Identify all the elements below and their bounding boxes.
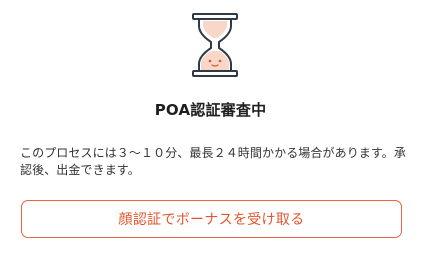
status-description: このプロセスには３～１０分、最長２４時間かかる場合があります。承認後、出金できま… — [20, 146, 407, 177]
page-title: POA認証審査中 — [154, 101, 267, 119]
face-verification-bonus-button[interactable]: 顔認証でボーナスを受け取る — [21, 200, 402, 238]
hourglass-icon — [192, 13, 238, 77]
poa-review-card: POA認証審査中 このプロセスには３～１０分、最長２４時間かかる場合があります。… — [0, 0, 421, 257]
